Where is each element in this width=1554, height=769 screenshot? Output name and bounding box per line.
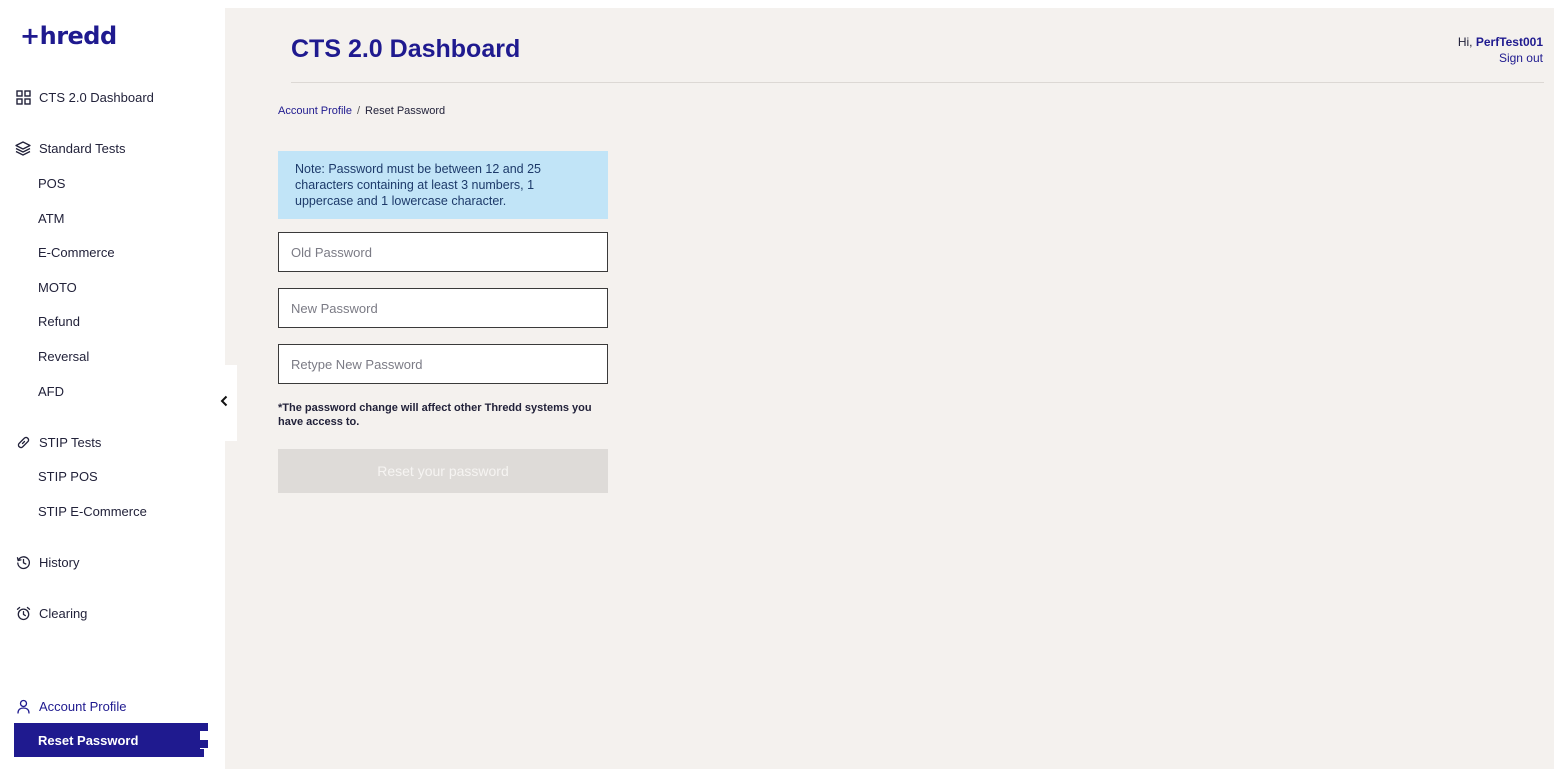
sidebar: +hredd CTS 2.0 Dashboard Standard Tests … bbox=[0, 0, 237, 769]
main-content: CTS 2.0 Dashboard Hi, PerfTest001 Sign o… bbox=[225, 8, 1554, 769]
breadcrumb-current: Reset Password bbox=[365, 105, 446, 117]
nav-sub-ecommerce[interactable]: E-Commerce bbox=[38, 245, 115, 260]
collapse-sidebar-button[interactable] bbox=[211, 365, 237, 441]
link-icon bbox=[15, 434, 31, 450]
nav-dashboard-label: CTS 2.0 Dashboard bbox=[39, 89, 154, 105]
breadcrumb-account-profile[interactable]: Account Profile bbox=[278, 105, 352, 117]
nav-standard-tests[interactable]: Standard Tests bbox=[15, 140, 125, 156]
nav-account-profile-label: Account Profile bbox=[39, 698, 127, 714]
nav-standard-tests-label: Standard Tests bbox=[39, 140, 126, 156]
thredd-logo[interactable]: +hredd bbox=[20, 22, 117, 50]
breadcrumb-separator: / bbox=[356, 105, 361, 117]
nav-stip-tests[interactable]: STIP Tests bbox=[15, 434, 101, 450]
nav-history[interactable]: History bbox=[15, 554, 79, 570]
nav-sub-refund[interactable]: Refund bbox=[38, 314, 80, 329]
nav-sub-stip-ecommerce[interactable]: STIP E-Commerce bbox=[38, 504, 147, 519]
nav-sub-reset-password[interactable]: Reset Password bbox=[14, 723, 200, 757]
user-menu: Hi, PerfTest001 Sign out bbox=[1458, 34, 1543, 66]
nav-account-profile[interactable]: Account Profile bbox=[15, 698, 126, 714]
retype-password-input[interactable] bbox=[278, 344, 608, 384]
greeting-text: Hi, bbox=[1457, 35, 1473, 49]
chevron-left-icon bbox=[219, 394, 229, 412]
nav-reset-password-label: Reset Password bbox=[38, 732, 139, 748]
nav-sub-stip-pos[interactable]: STIP POS bbox=[38, 469, 98, 484]
nav-sub-reversal[interactable]: Reversal bbox=[38, 349, 89, 364]
pixel-decoration bbox=[200, 749, 204, 757]
nav-dashboard[interactable]: CTS 2.0 Dashboard bbox=[15, 89, 154, 105]
username: PerfTest001 bbox=[1475, 35, 1543, 49]
pixel-decoration bbox=[200, 723, 208, 731]
nav-stip-tests-label: STIP Tests bbox=[39, 434, 102, 450]
reset-password-button[interactable]: Reset your password bbox=[278, 449, 608, 493]
nav-sub-afd[interactable]: AFD bbox=[38, 384, 64, 399]
sign-out-link[interactable]: Sign out bbox=[1458, 50, 1543, 66]
nav-history-label: History bbox=[39, 554, 80, 570]
pixel-decoration bbox=[200, 740, 208, 748]
title-divider bbox=[291, 82, 1544, 83]
old-password-input[interactable] bbox=[278, 232, 608, 272]
user-icon bbox=[15, 698, 31, 714]
nav-sub-atm[interactable]: ATM bbox=[38, 211, 64, 226]
nav-clearing[interactable]: Clearing bbox=[15, 605, 87, 621]
grid-icon bbox=[15, 89, 31, 105]
history-icon bbox=[15, 554, 31, 570]
breadcrumb: Account Profile / Reset Password bbox=[278, 105, 445, 117]
password-requirements-note: Note: Password must be between 12 and 25… bbox=[278, 151, 608, 219]
password-change-disclaimer: *The password change will affect other T… bbox=[278, 402, 592, 428]
alarm-clock-icon bbox=[15, 605, 31, 621]
nav-sub-moto[interactable]: MOTO bbox=[38, 280, 77, 295]
new-password-input[interactable] bbox=[278, 288, 608, 328]
page-title: CTS 2.0 Dashboard bbox=[291, 35, 521, 63]
nav-sub-pos[interactable]: POS bbox=[38, 176, 65, 191]
nav-clearing-label: Clearing bbox=[39, 605, 88, 621]
layers-icon bbox=[15, 140, 31, 156]
